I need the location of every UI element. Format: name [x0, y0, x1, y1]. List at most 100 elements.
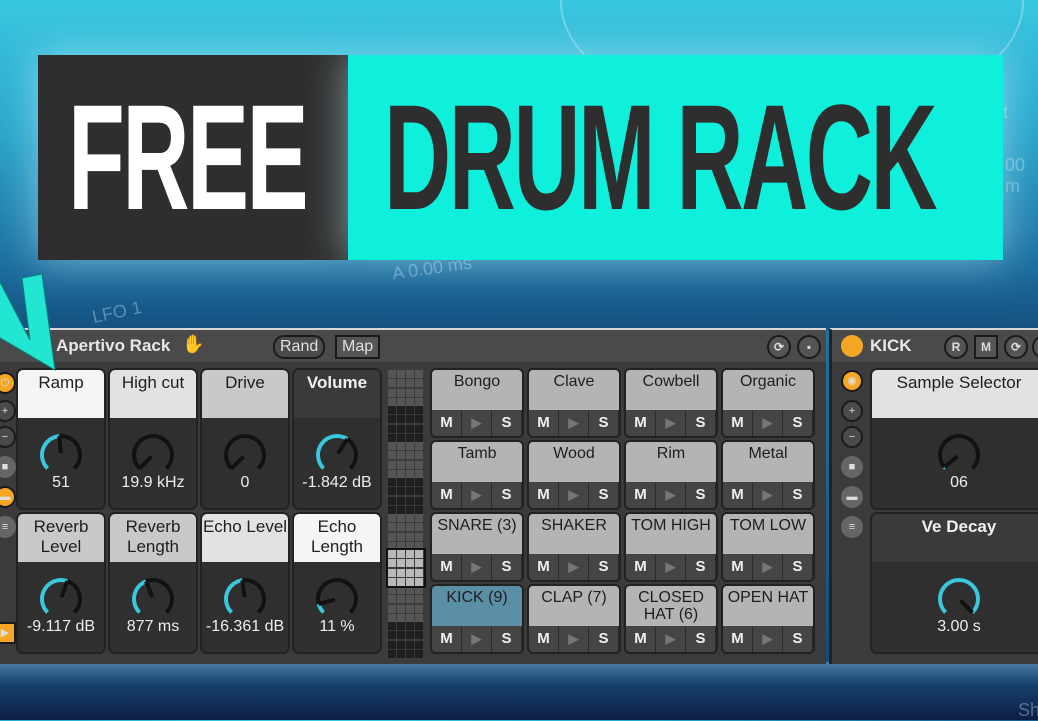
pad-bank-block[interactable] [388, 622, 424, 658]
mute-button[interactable]: M [432, 410, 462, 436]
mute-button[interactable]: M [432, 554, 462, 580]
power-icon[interactable] [841, 335, 863, 357]
list-icon[interactable]: ≡ [841, 516, 863, 538]
save-icon[interactable]: ▪ [1032, 335, 1038, 359]
plus-icon[interactable]: + [0, 400, 16, 422]
pad-name[interactable]: Rim [626, 442, 716, 482]
refresh-icon[interactable]: ⟳ [767, 335, 791, 359]
pad-name[interactable]: OPEN HAT [723, 586, 813, 626]
macro-label[interactable]: Volume [294, 370, 380, 418]
rand-button[interactable]: Rand [273, 335, 326, 359]
hot-swap-icon[interactable]: ◉ [841, 370, 863, 392]
play-icon[interactable]: ▶ [753, 482, 783, 508]
mute-button[interactable]: M [432, 626, 462, 652]
solo-button[interactable]: S [492, 626, 522, 652]
mute-button[interactable]: M [626, 554, 656, 580]
drum-pad[interactable]: CLOSED HAT (6) M ▶ S [624, 584, 718, 654]
solo-button[interactable]: S [492, 410, 522, 436]
r-button[interactable]: R [944, 335, 968, 359]
drum-pad[interactable]: Cowbell M ▶ S [624, 368, 718, 438]
play-icon[interactable]: ▶ [656, 410, 686, 436]
pad-bank-block[interactable] [386, 548, 426, 588]
mute-button[interactable]: M [529, 482, 559, 508]
play-icon[interactable]: ▶ [559, 554, 589, 580]
play-icon[interactable]: ▶ [753, 554, 783, 580]
solo-button[interactable]: S [686, 410, 716, 436]
expand-icon[interactable]: ▶ [0, 622, 16, 644]
solo-button[interactable]: S [783, 626, 813, 652]
drum-pad[interactable]: Tamb M ▶ S [430, 440, 524, 510]
solo-button[interactable]: S [589, 554, 619, 580]
play-icon[interactable]: ▶ [753, 626, 783, 652]
play-icon[interactable]: ▶ [462, 482, 492, 508]
mute-button[interactable]: M [626, 410, 656, 436]
macro-knob[interactable] [38, 576, 84, 622]
macro-label[interactable]: High cut [110, 370, 196, 418]
refresh-icon[interactable]: ⟳ [1004, 335, 1028, 359]
solo-button[interactable]: S [783, 410, 813, 436]
drum-pad[interactable]: Bongo M ▶ S [430, 368, 524, 438]
drum-pad[interactable]: Rim M ▶ S [624, 440, 718, 510]
pad-name[interactable]: Tamb [432, 442, 522, 482]
macro-knob[interactable] [130, 432, 176, 478]
macro-knob[interactable] [314, 576, 360, 622]
drum-pad[interactable]: SNARE (3) M ▶ S [430, 512, 524, 582]
minus-icon[interactable]: − [0, 426, 16, 448]
solo-button[interactable]: S [589, 626, 619, 652]
pad-bank-block[interactable] [388, 586, 424, 622]
solo-button[interactable]: S [589, 410, 619, 436]
macro-label[interactable]: Ve Decay [872, 514, 1038, 562]
pad-name[interactable]: Bongo [432, 370, 522, 410]
drum-pad[interactable]: CLAP (7) M ▶ S [527, 584, 621, 654]
play-icon[interactable]: ▶ [753, 410, 783, 436]
macro-knob[interactable] [130, 576, 176, 622]
mute-button[interactable]: M [723, 482, 753, 508]
macro-knob[interactable] [936, 576, 982, 622]
macro-knob[interactable] [936, 432, 982, 478]
mute-button[interactable]: M [529, 554, 559, 580]
play-icon[interactable]: ▶ [559, 626, 589, 652]
macro-label[interactable]: Drive [202, 370, 288, 418]
camera-icon[interactable]: ■ [841, 456, 863, 478]
play-icon[interactable]: ▶ [656, 554, 686, 580]
pad-bank-block[interactable] [388, 406, 424, 442]
pad-name[interactable]: SNARE (3) [432, 514, 522, 554]
pad-name[interactable]: Organic [723, 370, 813, 410]
solo-button[interactable]: S [686, 554, 716, 580]
minimize-icon[interactable]: ▬ [841, 486, 863, 508]
macro-label[interactable]: Echo Length [294, 514, 380, 562]
pad-bank-block[interactable] [388, 370, 424, 406]
mute-button[interactable]: M [723, 410, 753, 436]
save-icon[interactable]: ▪ [797, 335, 821, 359]
pad-name[interactable]: Wood [529, 442, 619, 482]
macro-label[interactable]: Reverb Length [110, 514, 196, 562]
solo-button[interactable]: S [589, 482, 619, 508]
drum-pad[interactable]: Wood M ▶ S [527, 440, 621, 510]
mute-button[interactable]: M [626, 626, 656, 652]
pad-name[interactable]: KICK (9) [432, 586, 522, 626]
macro-knob[interactable] [314, 432, 360, 478]
play-icon[interactable]: ▶ [462, 626, 492, 652]
pad-bank-block[interactable] [388, 442, 424, 478]
play-icon[interactable]: ▶ [559, 410, 589, 436]
mute-button[interactable]: M [626, 482, 656, 508]
play-icon[interactable]: ▶ [656, 626, 686, 652]
play-icon[interactable]: ▶ [462, 554, 492, 580]
m-button[interactable]: M [974, 335, 998, 359]
drum-pad[interactable]: Clave M ▶ S [527, 368, 621, 438]
play-icon[interactable]: ▶ [462, 410, 492, 436]
drum-pad[interactable]: OPEN HAT M ▶ S [721, 584, 815, 654]
macro-label[interactable]: Sample Selector [872, 370, 1038, 418]
drum-pad[interactable]: Organic M ▶ S [721, 368, 815, 438]
drum-pad[interactable]: Metal M ▶ S [721, 440, 815, 510]
macro-label[interactable]: Echo Level [202, 514, 288, 562]
play-icon[interactable]: ▶ [656, 482, 686, 508]
mute-button[interactable]: M [432, 482, 462, 508]
map-button[interactable]: Map [335, 335, 381, 359]
pad-name[interactable]: Clave [529, 370, 619, 410]
minus-icon[interactable]: − [841, 426, 863, 448]
drum-pad[interactable]: SHAKER M ▶ S [527, 512, 621, 582]
pad-bank-selector[interactable] [386, 370, 426, 658]
macro-knob[interactable] [222, 576, 268, 622]
pad-name[interactable]: CLAP (7) [529, 586, 619, 626]
